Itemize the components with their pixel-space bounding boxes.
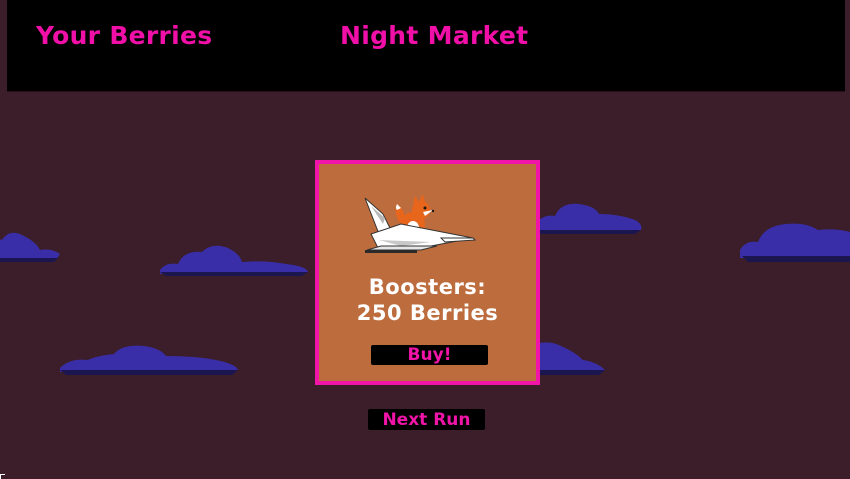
- berries-label: Your Berries: [36, 21, 213, 50]
- page-title: Night Market: [340, 21, 529, 50]
- shop-item-card: Boosters: 250 Berries Buy!: [315, 160, 540, 385]
- corner-mark: [0, 474, 5, 479]
- cloud-icon: [535, 342, 605, 375]
- buy-button[interactable]: Buy!: [371, 345, 488, 365]
- fox-on-paper-plane-icon: [364, 194, 477, 253]
- cloud-icon: [535, 203, 642, 234]
- cloud-icon: [60, 345, 238, 375]
- next-run-button[interactable]: Next Run: [368, 409, 485, 430]
- cloud-icon: [740, 223, 850, 262]
- item-name: Boosters:: [368, 275, 487, 299]
- cloud-icon: [160, 245, 308, 276]
- night-sky-background: Your Berries Night Market Boosters: 250 …: [0, 0, 850, 479]
- cloud-icon: [0, 232, 60, 262]
- top-bar: Your Berries Night Market: [7, 0, 845, 92]
- item-price: 250 Berries: [356, 301, 499, 325]
